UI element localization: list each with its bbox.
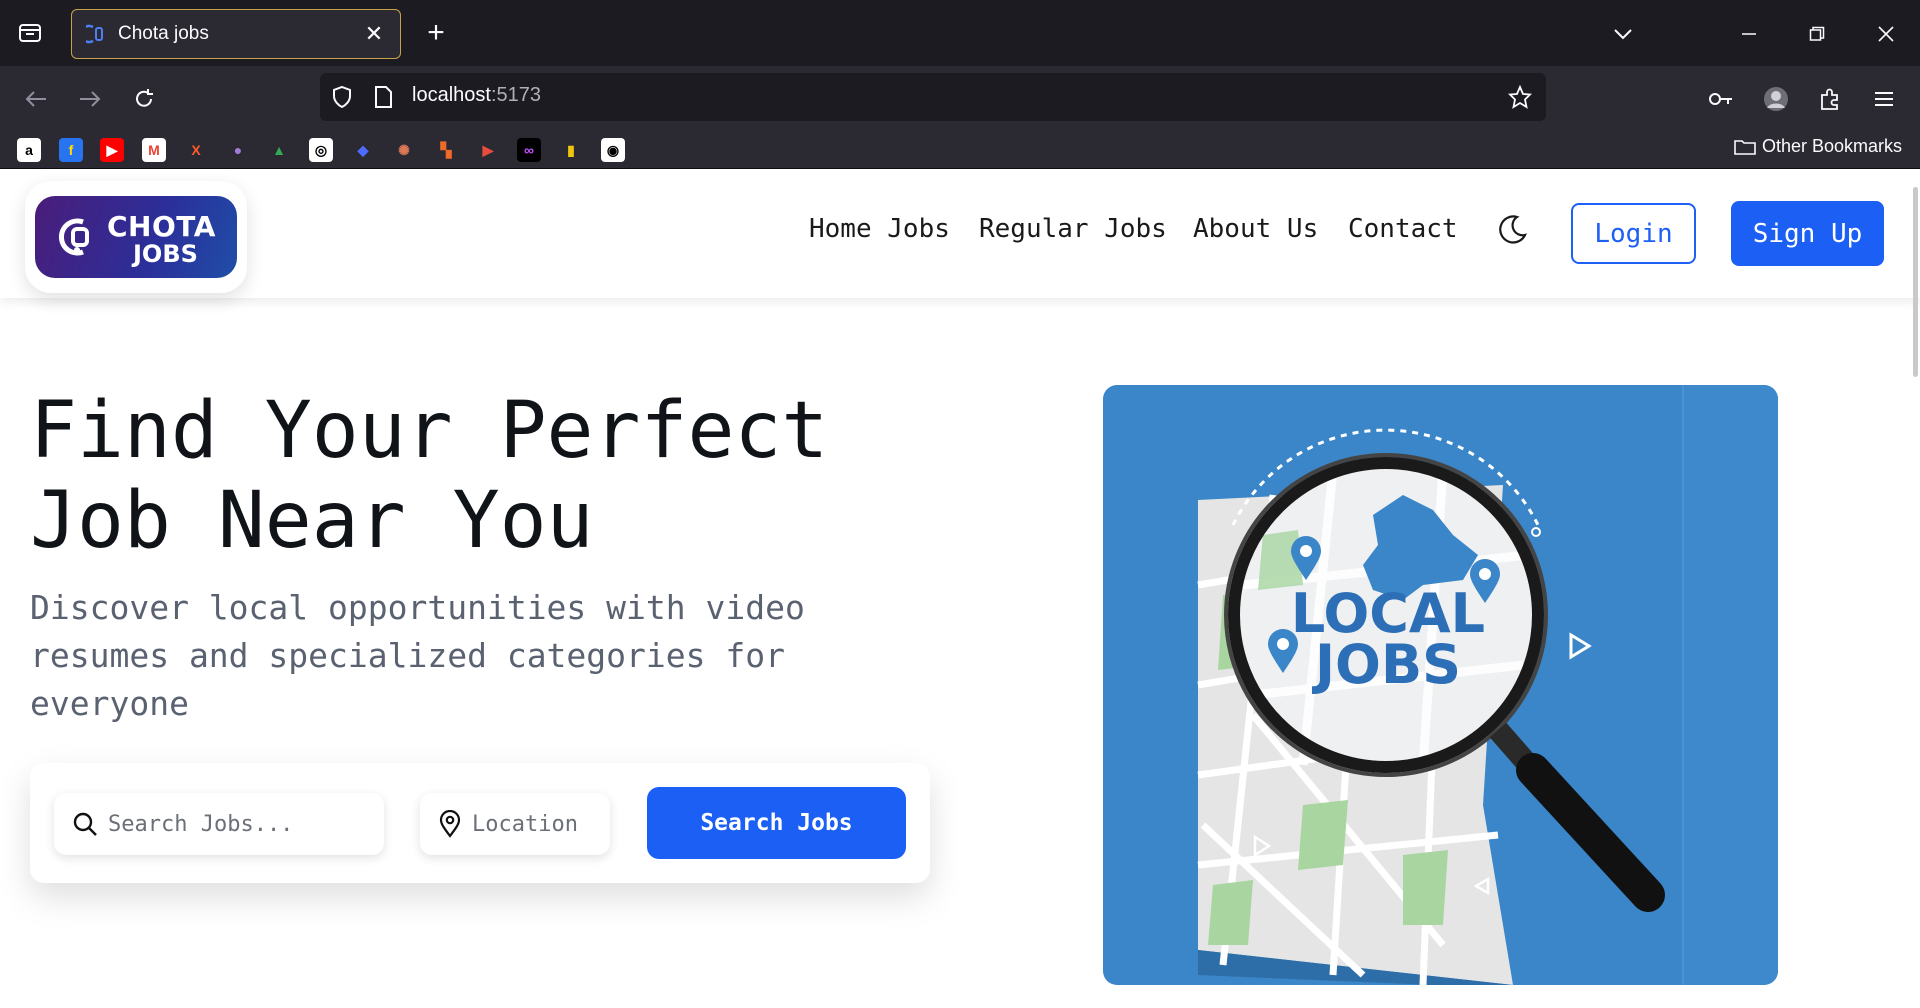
bookmark-amazon-icon[interactable]: a [17,138,41,162]
bookmark-x-icon[interactable]: X [184,138,208,162]
nav-regular-jobs[interactable]: Regular Jobs [979,214,1167,244]
url-bar[interactable]: localhost:5173 [320,73,1546,121]
close-window-icon[interactable] [1870,18,1902,50]
bookmark-infinity-icon[interactable]: ∞ [517,138,541,162]
new-tab-icon[interactable]: + [420,18,452,50]
bookmark-youtube-icon[interactable]: ▶ [100,138,124,162]
minimize-icon[interactable] [1733,18,1765,50]
site-header: CHOTA JOBS Home Jobs Regular Jobs About … [0,169,1920,298]
hero-title-line1: Find Your Perfect [30,386,829,476]
bookmark-gmail-icon[interactable]: M [142,138,166,162]
logo-mark-icon [59,218,89,256]
bookmark-google-drive-icon[interactable]: ▲ [267,138,291,162]
login-button[interactable]: Login [1571,203,1696,264]
search-jobs-button[interactable]: Search Jobs [647,787,906,859]
image-text-jobs: JOBS [1311,633,1461,696]
bookmark-github-icon[interactable]: ◉ [601,138,625,162]
password-key-icon[interactable] [1703,81,1739,117]
search-field[interactable] [54,793,384,855]
job-search-card: Search Jobs [30,763,930,883]
url-text[interactable]: localhost:5173 [412,84,541,107]
location-input[interactable] [470,810,590,838]
search-input[interactable] [106,810,306,838]
browser-nav-bar: localhost:5173 [0,66,1920,132]
extensions-icon[interactable] [1812,81,1848,117]
restore-icon[interactable] [1801,18,1833,50]
bookmark-flag-icon[interactable]: ▶ [476,138,500,162]
tab-title: Chota jobs [118,23,209,44]
search-icon [73,812,97,836]
logo-text-line2: JOBS [133,240,198,268]
bookmarks-toolbar: Other Bookmarks a f ▶ M X ● ▲ ◎ ◆ ✺ ▚ ▶ ∞ ▮ ◉ [0,132,1920,169]
other-bookmarks-folder[interactable]: Other Bookmarks [1734,136,1902,157]
browser-tab-bar: Chota jobs ✕ + [0,0,1920,66]
reload-icon[interactable] [126,81,162,117]
bookmark-orb-icon[interactable]: ● [226,138,250,162]
tab-close-icon[interactable]: ✕ [362,21,386,47]
folder-icon [1734,139,1756,155]
page-scrollbar[interactable] [1913,187,1918,377]
forward-icon[interactable] [72,81,108,117]
local-jobs-illustration-svg: LOCAL JOBS [1197,385,1778,985]
nav-about-us[interactable]: About Us [1193,214,1318,244]
dark-mode-moon-icon[interactable] [1495,213,1529,247]
logo-container[interactable]: CHOTA JOBS [25,181,247,293]
hero-title: Find Your Perfect Job Near You [30,386,828,566]
bookmark-flipkart-icon[interactable]: f [59,138,83,162]
web-page: CHOTA JOBS Home Jobs Regular Jobs About … [0,169,1920,1008]
hero-title-line2: Job Near You [30,476,594,566]
chota-jobs-logo: CHOTA JOBS [35,196,237,278]
logo-text-line1: CHOTA [107,210,216,243]
hero-subtitle: Discover local opportunities with video … [30,588,805,723]
menu-hamburger-icon[interactable] [1866,81,1902,117]
bookmark-bars-icon[interactable]: ▮ [559,138,583,162]
bookmark-deepseek-icon[interactable]: ◆ [351,138,375,162]
tab-overflow-chevron-icon[interactable] [1607,18,1639,50]
back-icon[interactable] [18,81,54,117]
bookmark-chatgpt-icon[interactable]: ◎ [309,138,333,162]
browser-tab-active[interactable]: Chota jobs ✕ [71,9,401,59]
nav-contact[interactable]: Contact [1348,214,1458,244]
account-avatar-icon[interactable] [1758,81,1794,117]
tracking-shield-icon[interactable] [330,85,354,109]
url-port: :5173 [490,84,541,106]
bookmark-pinwheel-icon[interactable]: ▚ [434,138,458,162]
bookmark-claude-icon[interactable]: ✺ [392,138,416,162]
signup-button[interactable]: Sign Up [1731,201,1884,266]
location-field[interactable] [420,793,610,855]
location-pin-icon [439,810,461,838]
other-bookmarks-label: Other Bookmarks [1761,136,1902,156]
local-jobs-illustration: LOCAL JOBS [1103,385,1778,985]
nav-home-jobs[interactable]: Home Jobs [809,214,950,244]
tab-list-icon[interactable] [14,20,46,46]
page-info-icon[interactable] [372,85,394,109]
bookmark-star-icon[interactable] [1508,85,1532,109]
site-favicon-icon [86,24,103,44]
url-host: localhost [412,84,491,106]
